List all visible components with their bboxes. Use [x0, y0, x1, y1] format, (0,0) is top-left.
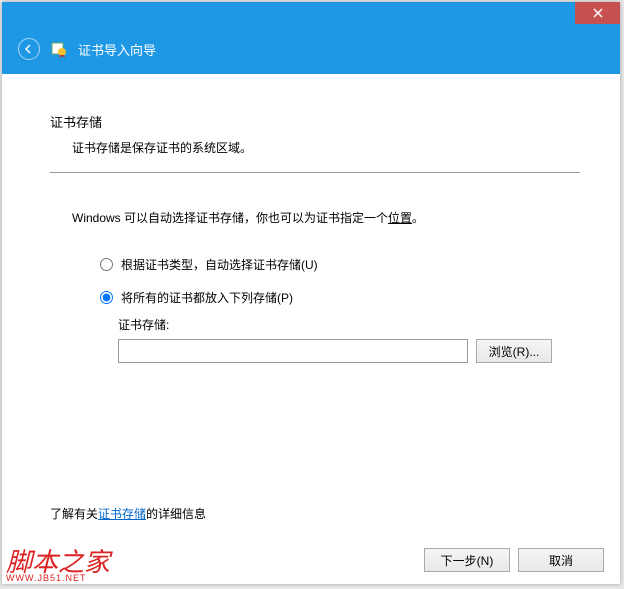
- radio-manual-label: 将所有的证书都放入下列存储(P): [121, 289, 293, 306]
- store-input[interactable]: [118, 339, 468, 363]
- intro-prefix: Windows 可以自动选择证书存储，你也可以为证书指定一个: [72, 211, 388, 225]
- header: 证书导入向导: [2, 32, 620, 74]
- learn-more: 了解有关证书存储的详细信息: [50, 505, 206, 522]
- store-label: 证书存储:: [118, 316, 580, 333]
- radio-auto-input[interactable]: [100, 258, 113, 271]
- next-button[interactable]: 下一步(N): [424, 548, 510, 572]
- learn-more-link[interactable]: 证书存储: [98, 507, 146, 521]
- back-button[interactable]: [18, 38, 40, 60]
- radio-manual-input[interactable]: [100, 291, 113, 304]
- certificate-wizard-icon: [50, 40, 68, 58]
- close-icon: [593, 8, 603, 18]
- intro-suffix: 。: [412, 211, 424, 225]
- content-area: 证书存储 证书存储是保存证书的系统区域。 Windows 可以自动选择证书存储，…: [2, 74, 620, 536]
- store-row: 浏览(R)...: [118, 339, 580, 363]
- section-desc: 证书存储是保存证书的系统区域。: [50, 139, 580, 156]
- titlebar: [2, 2, 620, 32]
- learn-more-prefix: 了解有关: [50, 507, 98, 521]
- browse-button[interactable]: 浏览(R)...: [476, 339, 552, 363]
- footer: 下一步(N) 取消: [424, 548, 604, 572]
- back-arrow-icon: [23, 43, 35, 55]
- intro-text: Windows 可以自动选择证书存储，你也可以为证书指定一个位置。: [50, 209, 580, 226]
- section-title: 证书存储: [50, 112, 580, 131]
- radio-auto-label: 根据证书类型，自动选择证书存储(U): [121, 256, 318, 273]
- learn-more-suffix: 的详细信息: [146, 507, 206, 521]
- close-button[interactable]: [575, 2, 620, 24]
- radio-manual[interactable]: 将所有的证书都放入下列存储(P): [100, 289, 580, 306]
- store-section: 证书存储: 浏览(R)...: [50, 316, 580, 363]
- wizard-title: 证书导入向导: [78, 40, 156, 59]
- intro-link: 位置: [388, 211, 412, 225]
- cancel-button[interactable]: 取消: [518, 548, 604, 572]
- radio-auto[interactable]: 根据证书类型，自动选择证书存储(U): [100, 256, 580, 273]
- radio-group: 根据证书类型，自动选择证书存储(U) 将所有的证书都放入下列存储(P): [50, 256, 580, 306]
- divider: [50, 172, 580, 173]
- wizard-window: 证书导入向导 证书存储 证书存储是保存证书的系统区域。 Windows 可以自动…: [2, 2, 620, 584]
